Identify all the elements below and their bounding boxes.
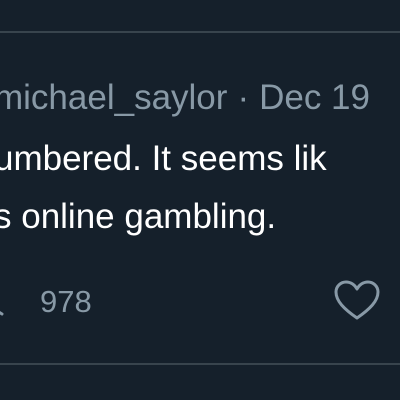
- tweet-date[interactable]: Dec 19: [259, 78, 370, 117]
- tweet-header: michael_saylor · Dec 19: [0, 76, 370, 120]
- next-tweet-area: [0, 365, 400, 400]
- share-arrow-icon[interactable]: [0, 280, 12, 320]
- author-handle[interactable]: michael_saylor: [0, 78, 227, 117]
- tweet-text-line-2: s online gambling.: [0, 197, 277, 236]
- action-count: 978: [40, 284, 92, 319]
- tweet-action-bar: 978: [0, 278, 400, 326]
- heart-outline-icon[interactable]: [332, 278, 382, 324]
- tweet-viewport: michael_saylor · Dec 19 umbered. It seems …: [0, 0, 400, 400]
- tweet-divider-top: [0, 31, 400, 33]
- tweet-text-line-1: umbered. It seems lik: [0, 139, 327, 178]
- header-separator: ·: [237, 78, 250, 117]
